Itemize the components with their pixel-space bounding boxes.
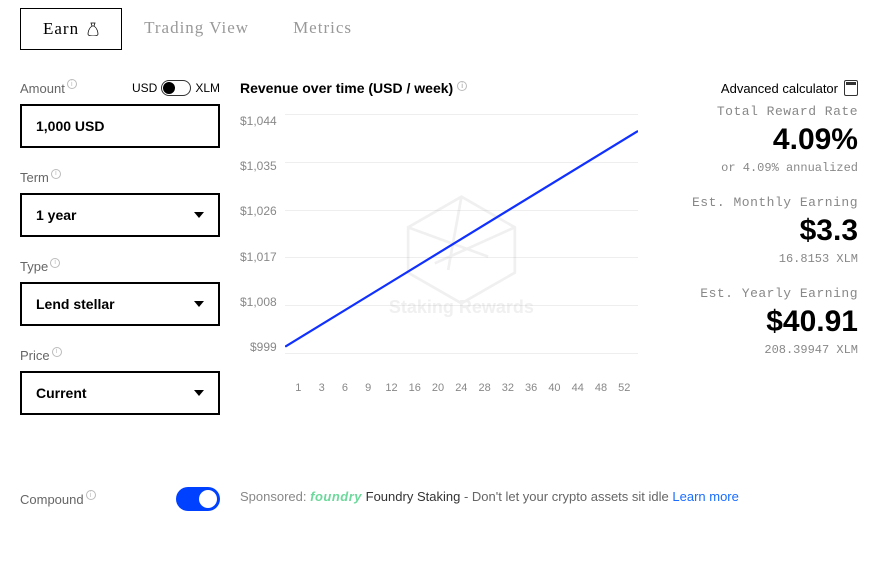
info-icon[interactable]: i: [52, 347, 62, 357]
monthly-earning-sub: 16.8153 XLM: [658, 252, 858, 266]
total-reward-label: Total Reward Rate: [658, 104, 858, 119]
tab-metrics[interactable]: Metrics: [271, 8, 374, 50]
tabs: Earn Trading View Metrics: [20, 0, 858, 50]
chart-title: Revenue over time (USD / week)i: [240, 80, 638, 96]
price-label: Pricei: [20, 348, 62, 363]
foundry-logo: foundry: [310, 489, 362, 504]
price-select[interactable]: Current: [20, 371, 220, 415]
tab-trading-view[interactable]: Trading View: [122, 8, 271, 50]
info-icon[interactable]: i: [457, 81, 467, 91]
type-select[interactable]: Lend stellar: [20, 282, 220, 326]
yearly-earning-value: $40.91: [658, 305, 858, 339]
revenue-chart: $1,044$1,035$1,026$1,017$1,008$999 Staki…: [240, 114, 638, 394]
compound-switch[interactable]: [176, 487, 220, 511]
info-icon[interactable]: i: [86, 490, 96, 500]
sponsor-block: Sponsored: foundry Foundry Staking - Don…: [240, 487, 858, 508]
advanced-calculator-link[interactable]: Advanced calculator: [658, 80, 858, 96]
yearly-earning-sub: 208.39947 XLM: [658, 343, 858, 357]
total-reward-value: 4.09%: [658, 123, 858, 157]
term-label: Termi: [20, 170, 61, 185]
type-label: Typei: [20, 259, 60, 274]
info-icon[interactable]: i: [51, 169, 61, 179]
term-select[interactable]: 1 year: [20, 193, 220, 237]
yearly-earning-label: Est. Yearly Earning: [658, 286, 858, 301]
x-axis: 13691216202428323640444852: [285, 382, 638, 394]
info-icon[interactable]: i: [50, 258, 60, 268]
learn-more-link[interactable]: Learn more: [672, 489, 738, 504]
chevron-down-icon: [194, 390, 204, 396]
monthly-earning-value: $3.3: [658, 214, 858, 248]
info-icon[interactable]: i: [67, 79, 77, 89]
calculator-icon: [844, 80, 858, 96]
compound-label: Compoundi: [20, 492, 96, 507]
amount-input[interactable]: 1,000 USD: [20, 104, 220, 148]
tab-earn[interactable]: Earn: [20, 8, 122, 50]
total-reward-sub: or 4.09% annualized: [658, 161, 858, 175]
chart-line: [285, 114, 638, 354]
amount-label: Amounti: [20, 81, 77, 96]
money-bag-icon: [87, 22, 99, 36]
chevron-down-icon: [194, 212, 204, 218]
currency-toggle[interactable]: USD XLM: [132, 80, 220, 96]
chevron-down-icon: [194, 301, 204, 307]
y-axis: $1,044$1,035$1,026$1,017$1,008$999: [240, 114, 285, 354]
monthly-earning-label: Est. Monthly Earning: [658, 195, 858, 210]
